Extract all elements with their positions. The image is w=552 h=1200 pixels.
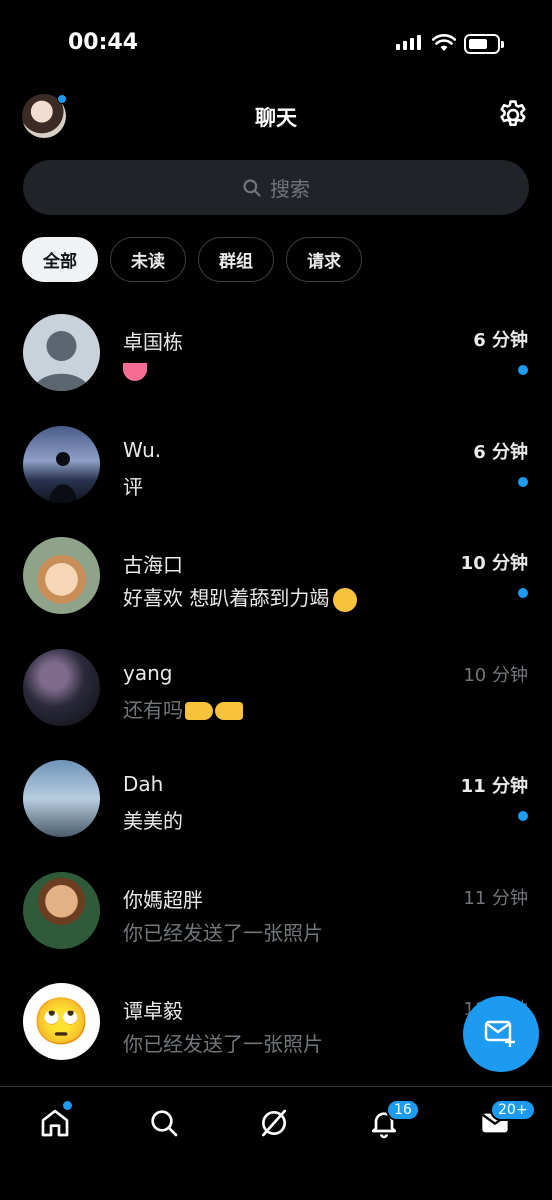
home-icon (41, 1109, 69, 1137)
chat-row[interactable]: Wu. 评 6 分钟 (0, 414, 552, 526)
messages-badge: 20+ (490, 1099, 536, 1121)
status-bar: 00:44 (0, 0, 552, 90)
cellular-signal-icon (396, 35, 421, 50)
pointing-hand-emoji-icon (215, 702, 243, 720)
avatar (23, 425, 100, 503)
avatar (23, 648, 100, 726)
chat-preview-text: 好喜欢 想趴着舔到力竭 (123, 586, 330, 610)
nav-grok[interactable] (252, 1101, 296, 1145)
pointing-hand-emoji-icon (185, 702, 213, 720)
chat-preview: 还有吗 (123, 694, 243, 723)
home-notification-dot (63, 1101, 72, 1110)
chat-preview: 你已经发送了一张照片 (123, 920, 323, 945)
tongue-emoji-icon (123, 363, 147, 381)
search-icon (243, 178, 261, 197)
page-title: 聊天 (255, 106, 297, 130)
avatar (23, 537, 100, 614)
chat-screen: 00:44 聊天 搜索 全部 未读 群组 请求 卓国栋 6 分钟 Wu. 评 6… (0, 0, 552, 1200)
filter-unread[interactable]: 未读 (110, 237, 186, 282)
chat-row[interactable]: 古海口 好喜欢 想趴着舔到力竭 10 分钟 (0, 525, 552, 637)
chat-time: 6 分钟 (473, 441, 528, 463)
filter-requests[interactable]: 请求 (286, 237, 362, 282)
chat-name: 你媽超胖 (123, 887, 203, 912)
unread-dot (518, 365, 528, 375)
chat-list: 卓国栋 6 分钟 Wu. 评 6 分钟 古海口 好喜欢 想趴着舔到力竭 10 分… (0, 302, 552, 1083)
chat-time: 10 分钟 (463, 664, 528, 686)
bottom-nav: 16 20+ (0, 1086, 552, 1200)
chat-preview (123, 359, 147, 386)
chat-name: Wu. (123, 437, 162, 462)
grok-icon (262, 1109, 286, 1137)
chat-row[interactable]: yang 还有吗 10 分钟 (0, 637, 552, 749)
chat-row[interactable]: 你媽超胖 你已经发送了一张照片 11 分钟 (0, 860, 552, 972)
unread-dot (518, 588, 528, 598)
avatar (23, 760, 100, 837)
chat-name: 谭卓毅 (123, 999, 183, 1023)
avatar (23, 871, 100, 949)
chat-preview: 好喜欢 想趴着舔到力竭 (123, 582, 358, 612)
avatar (23, 314, 100, 391)
chat-preview: 美美的 (123, 809, 183, 833)
avatar-emoji: 🙄 (32, 994, 91, 1048)
chat-preview: 评 (123, 474, 143, 499)
filter-all[interactable]: 全部 (22, 237, 98, 282)
nav-search[interactable] (142, 1101, 186, 1145)
battery-icon (464, 34, 504, 54)
unread-dot (518, 811, 528, 821)
chat-name: 古海口 (123, 553, 183, 577)
chat-name: yang (123, 660, 173, 685)
search-input[interactable]: 搜索 (23, 160, 529, 215)
filter-groups[interactable]: 群组 (198, 237, 274, 282)
new-message-button[interactable] (463, 996, 539, 1072)
chat-time: 11 分钟 (463, 887, 528, 909)
chat-time: 10 分钟 (460, 553, 528, 574)
filter-chips: 全部 未读 群组 请求 (22, 237, 362, 282)
chat-row[interactable]: Dah 美美的 11 分钟 (0, 748, 552, 860)
wifi-icon (432, 34, 456, 51)
chat-name: 卓国栋 (123, 330, 183, 354)
default-person-icon (33, 331, 90, 391)
chat-preview-text: 还有吗 (123, 697, 183, 722)
status-time: 00:44 (68, 30, 139, 55)
compose-mail-icon (484, 1020, 515, 1047)
settings-gear-icon[interactable] (496, 98, 530, 132)
unread-dot (518, 476, 528, 487)
silhouette-photo (49, 451, 77, 503)
header: 聊天 (0, 92, 552, 140)
avatar: 🙄 (23, 983, 100, 1060)
persevering-face-emoji-icon (333, 587, 358, 612)
chat-preview: 你已经发送了一张照片 (123, 1032, 323, 1056)
chat-name: Dah (123, 772, 164, 796)
chat-row[interactable]: 卓国栋 6 分钟 (0, 302, 552, 414)
search-icon (151, 1110, 178, 1137)
chat-time: 6 分钟 (473, 330, 528, 351)
notifications-badge: 16 (386, 1099, 420, 1121)
chat-time: 11 分钟 (460, 776, 528, 797)
search-placeholder: 搜索 (270, 177, 310, 201)
